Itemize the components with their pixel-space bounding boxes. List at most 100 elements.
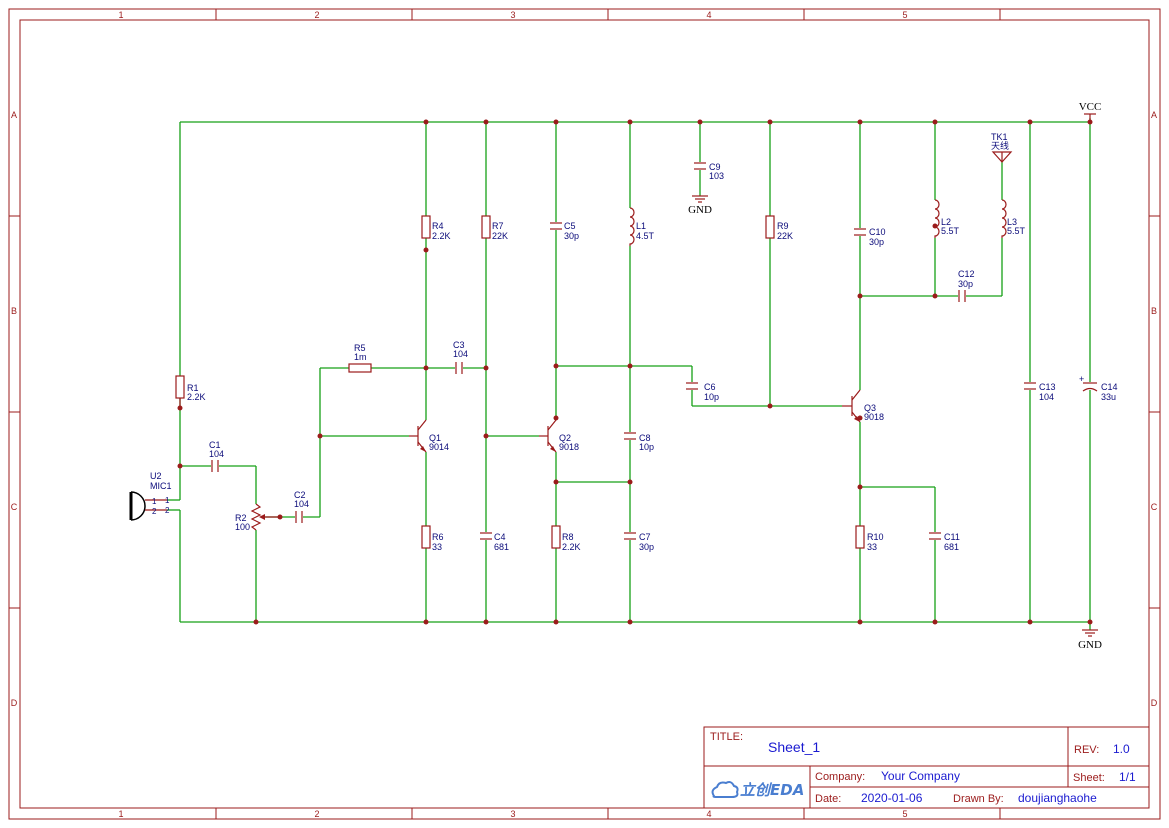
r7-value: 22K bbox=[492, 231, 508, 241]
date-value: 2020-01-06 bbox=[861, 791, 923, 805]
transistor-q3: Q3 9018 bbox=[842, 389, 884, 423]
capacitor-c13: C13 104 bbox=[1024, 382, 1056, 402]
lceda-logo: 立创EDA bbox=[711, 781, 804, 799]
capacitor-c1: C1 104 bbox=[209, 440, 224, 472]
c5-ref: C5 bbox=[564, 221, 576, 231]
capacitor-c2: C2 104 bbox=[294, 490, 309, 523]
resistor-r6: R6 33 bbox=[421, 525, 444, 552]
u2-pin-2: 2 bbox=[152, 507, 157, 516]
l2-value: 5.5T bbox=[941, 226, 960, 236]
r9-value: 22K bbox=[777, 231, 793, 241]
r7-ref: R7 bbox=[492, 221, 504, 231]
c14-value: 33u bbox=[1101, 392, 1116, 402]
company-value: Your Company bbox=[881, 769, 960, 783]
antenna-tk1: TK1 天线 bbox=[991, 132, 1013, 163]
capacitor-c6: C6 10p bbox=[686, 382, 719, 402]
zone-col-3-bottom: 3 bbox=[510, 809, 515, 819]
c1-value: 104 bbox=[209, 449, 224, 459]
r6-ref: R6 bbox=[432, 532, 444, 542]
resistor-r8: R8 2.2K bbox=[551, 525, 581, 552]
resistor-r9: R9 22K bbox=[765, 215, 793, 241]
r8-value: 2.2K bbox=[562, 542, 581, 552]
zone-row-b-right: B bbox=[1151, 306, 1157, 316]
zone-col-2-bottom: 2 bbox=[314, 809, 319, 819]
r9-ref: R9 bbox=[777, 221, 789, 231]
zone-row-d-right: D bbox=[1151, 698, 1158, 708]
l3-value: 5.5T bbox=[1007, 226, 1026, 236]
c4-ref: C4 bbox=[494, 532, 506, 542]
inductor-l2: L2 5.5T bbox=[934, 199, 960, 238]
r5-value: 1m bbox=[354, 352, 367, 362]
zone-col-4-bottom: 4 bbox=[706, 809, 711, 819]
u2-ref: U2 bbox=[150, 471, 162, 481]
rev-label: REV: bbox=[1074, 744, 1099, 756]
date-label: Date: bbox=[815, 793, 841, 805]
c7-ref: C7 bbox=[639, 532, 651, 542]
ground-symbol-bottom: GND bbox=[1078, 629, 1102, 651]
zone-col-3: 3 bbox=[510, 10, 515, 20]
c9-value: 103 bbox=[709, 171, 724, 181]
drawn-by-value: doujianghaohe bbox=[1018, 791, 1097, 805]
c12-value: 30p bbox=[958, 279, 973, 289]
r10-ref: R10 bbox=[867, 532, 884, 542]
capacitor-c10: C10 30p bbox=[854, 227, 886, 247]
drawn-by-label: Drawn By: bbox=[953, 793, 1004, 805]
inductor-l1: L1 4.5T bbox=[629, 207, 655, 246]
gnd-label-bottom: GND bbox=[1078, 639, 1102, 651]
r4-value: 2.2K bbox=[432, 231, 451, 241]
zone-row-a-right: A bbox=[1151, 110, 1157, 120]
c2-value: 104 bbox=[294, 499, 309, 509]
capacitor-c11: C11 681 bbox=[929, 532, 960, 552]
zone-col-1-bottom: 1 bbox=[118, 809, 123, 819]
wires bbox=[167, 118, 1091, 630]
title-label: TITLE: bbox=[710, 731, 743, 743]
title-value: Sheet_1 bbox=[768, 739, 820, 755]
capacitor-c9: C9 103 bbox=[694, 162, 724, 181]
c3-value: 104 bbox=[453, 349, 468, 359]
resistor-r4: R4 2.2K bbox=[421, 215, 451, 241]
ground-symbol-top: GND bbox=[688, 195, 712, 216]
zone-labels: 1 2 3 4 5 1 2 3 4 5 A B C D A B C D bbox=[11, 10, 1158, 819]
l1-value: 4.5T bbox=[636, 231, 655, 241]
u2-pin-1-number: 1 bbox=[165, 496, 170, 505]
capacitor-c7: C7 30p bbox=[624, 532, 654, 552]
c12-ref: C12 bbox=[958, 269, 975, 279]
zone-col-1: 1 bbox=[118, 10, 123, 20]
zone-row-c-right: C bbox=[1151, 502, 1158, 512]
r2-value: 100 bbox=[235, 522, 250, 532]
zone-col-5: 5 bbox=[902, 10, 907, 20]
zone-col-5-bottom: 5 bbox=[902, 809, 907, 819]
transistor-q2: Q2 9018 bbox=[539, 419, 579, 453]
schematic-sheet: 1 2 3 4 5 1 2 3 4 5 A B C D A B C D VCC … bbox=[0, 0, 1169, 828]
title-block: TITLE: Sheet_1 REV: 1.0 立创EDA Company: Y… bbox=[703, 726, 1150, 809]
c10-value: 30p bbox=[869, 237, 884, 247]
q1-value: 9014 bbox=[429, 442, 449, 452]
r4-ref: R4 bbox=[432, 221, 444, 231]
q2-value: 9018 bbox=[559, 442, 579, 452]
potentiometer-r2: R2 100 bbox=[235, 503, 280, 532]
c14-ref: C14 bbox=[1101, 382, 1118, 392]
capacitor-c8: C8 10p bbox=[624, 432, 654, 452]
c14-polarity: + bbox=[1079, 374, 1084, 384]
vcc-symbol: VCC bbox=[1079, 101, 1102, 122]
c4-value: 681 bbox=[494, 542, 509, 552]
c13-value: 104 bbox=[1039, 392, 1054, 402]
resistor-r7: R7 22K bbox=[481, 215, 508, 241]
sheet-value: 1/1 bbox=[1119, 770, 1136, 784]
vcc-label: VCC bbox=[1079, 101, 1102, 113]
c6-ref: C6 bbox=[704, 382, 716, 392]
transistor-q1: Q1 9014 bbox=[409, 419, 449, 453]
rev-value: 1.0 bbox=[1113, 742, 1130, 756]
sheet-label: Sheet: bbox=[1073, 772, 1105, 784]
c10-ref: C10 bbox=[869, 227, 886, 237]
capacitor-c14: + C14 33u bbox=[1079, 374, 1118, 402]
resistor-r5: R5 1m bbox=[348, 343, 372, 373]
zone-row-a: A bbox=[11, 110, 17, 120]
c11-value: 681 bbox=[944, 542, 959, 552]
tk1-value: 天线 bbox=[991, 140, 1009, 151]
logo-text: 立创EDA bbox=[740, 781, 804, 799]
mic-u2: U2 MIC1 1 2 1 2 bbox=[129, 471, 172, 521]
l1-ref: L1 bbox=[636, 221, 646, 231]
c7-value: 30p bbox=[639, 542, 654, 552]
zone-row-c: C bbox=[11, 502, 18, 512]
